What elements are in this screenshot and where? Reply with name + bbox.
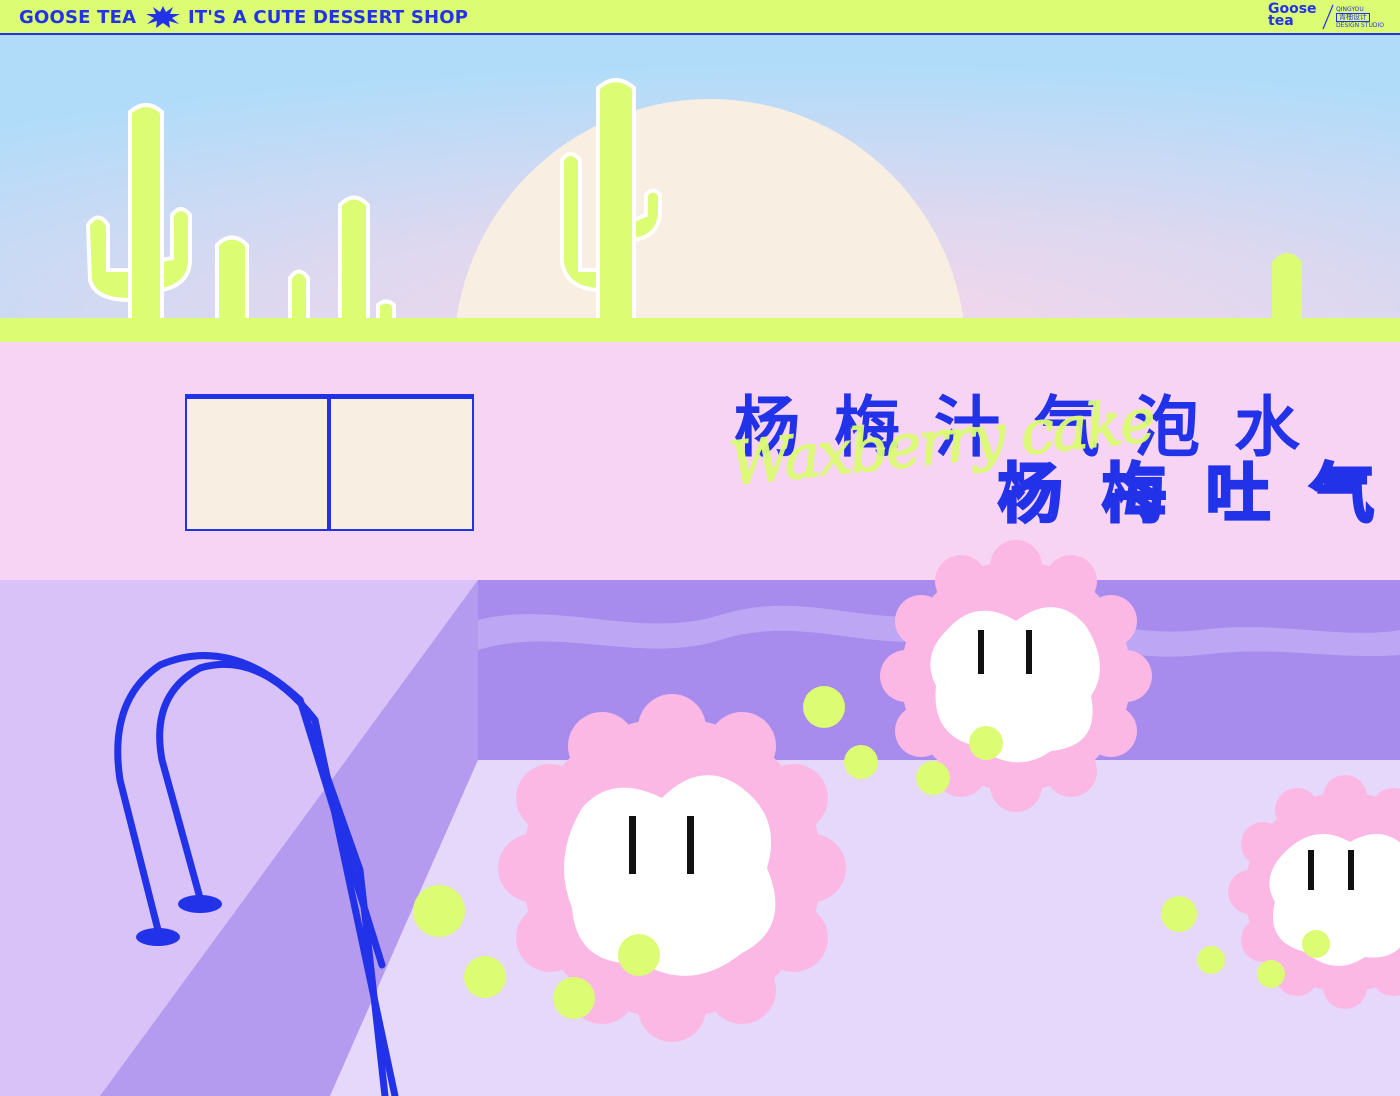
studio-name-en: QINGYOU (1336, 6, 1364, 13)
logo-divider (1322, 4, 1334, 30)
ladder-foot (178, 895, 222, 913)
studio-name-cn: 青柚设计 (1336, 13, 1370, 22)
illustration (0, 35, 1400, 1096)
studio-sub: DESIGN STUDIO (1336, 22, 1385, 29)
cactus (1272, 253, 1302, 320)
window (185, 394, 474, 531)
brand-name: GOOSE TEA (19, 7, 137, 28)
studio-logo: QINGYOU 青柚设计 DESIGN STUDIO (1336, 6, 1398, 29)
tagline: IT'S A CUTE DESSERT SHOP (188, 7, 469, 28)
poster-subtitle-cn: 杨梅吐气 (997, 457, 1400, 534)
cactus (215, 235, 249, 322)
ladder-foot (136, 928, 180, 946)
goose-tea-logo: Goose tea (1268, 1, 1317, 29)
star-burst-icon (146, 6, 180, 28)
ground-strip (0, 318, 1400, 342)
top-bar: GOOSE TEA IT'S A CUTE DESSERT SHOP Goose… (0, 0, 1400, 35)
pool-floor (330, 760, 1400, 1096)
cactus (288, 269, 310, 322)
